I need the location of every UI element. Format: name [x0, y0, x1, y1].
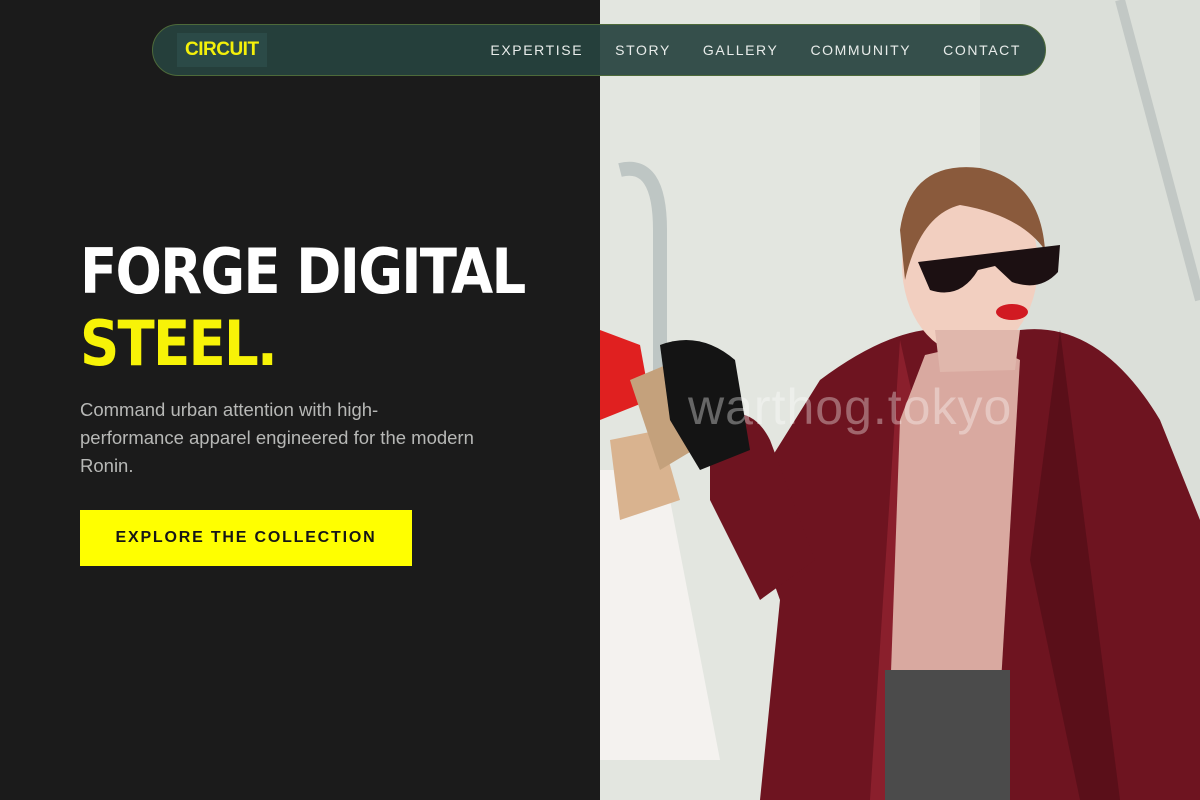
hero-title-line-2: STEEL. — [80, 307, 278, 380]
nav-link-expertise[interactable]: EXPERTISE — [490, 42, 583, 58]
hero-section: FORGE DIGITAL STEEL. Command urban atten… — [80, 236, 580, 480]
nav-link-story[interactable]: STORY — [615, 42, 671, 58]
top-navigation: CIRCUIT EXPERTISE STORY GALLERY COMMUNIT… — [152, 24, 1046, 76]
watermark-text: warthog.tokyo — [688, 379, 1013, 435]
hero-title-line-1: FORGE DIGITAL — [80, 235, 526, 308]
nav-links: EXPERTISE STORY GALLERY COMMUNITY CONTAC… — [490, 42, 1021, 58]
nav-link-community[interactable]: COMMUNITY — [810, 42, 911, 58]
hero-subtitle: Command urban attention with high-perfor… — [80, 399, 474, 476]
explore-collection-button[interactable]: EXPLORE THE COLLECTION — [80, 510, 412, 566]
nav-link-gallery[interactable]: GALLERY — [703, 42, 779, 58]
nav-link-contact[interactable]: CONTACT — [943, 42, 1021, 58]
page: warthog.tokyo CIRCUIT EXPERTISE STORY GA… — [0, 0, 1200, 800]
site-logo[interactable]: CIRCUIT — [177, 33, 267, 67]
hero-title: FORGE DIGITAL STEEL. — [80, 235, 526, 380]
